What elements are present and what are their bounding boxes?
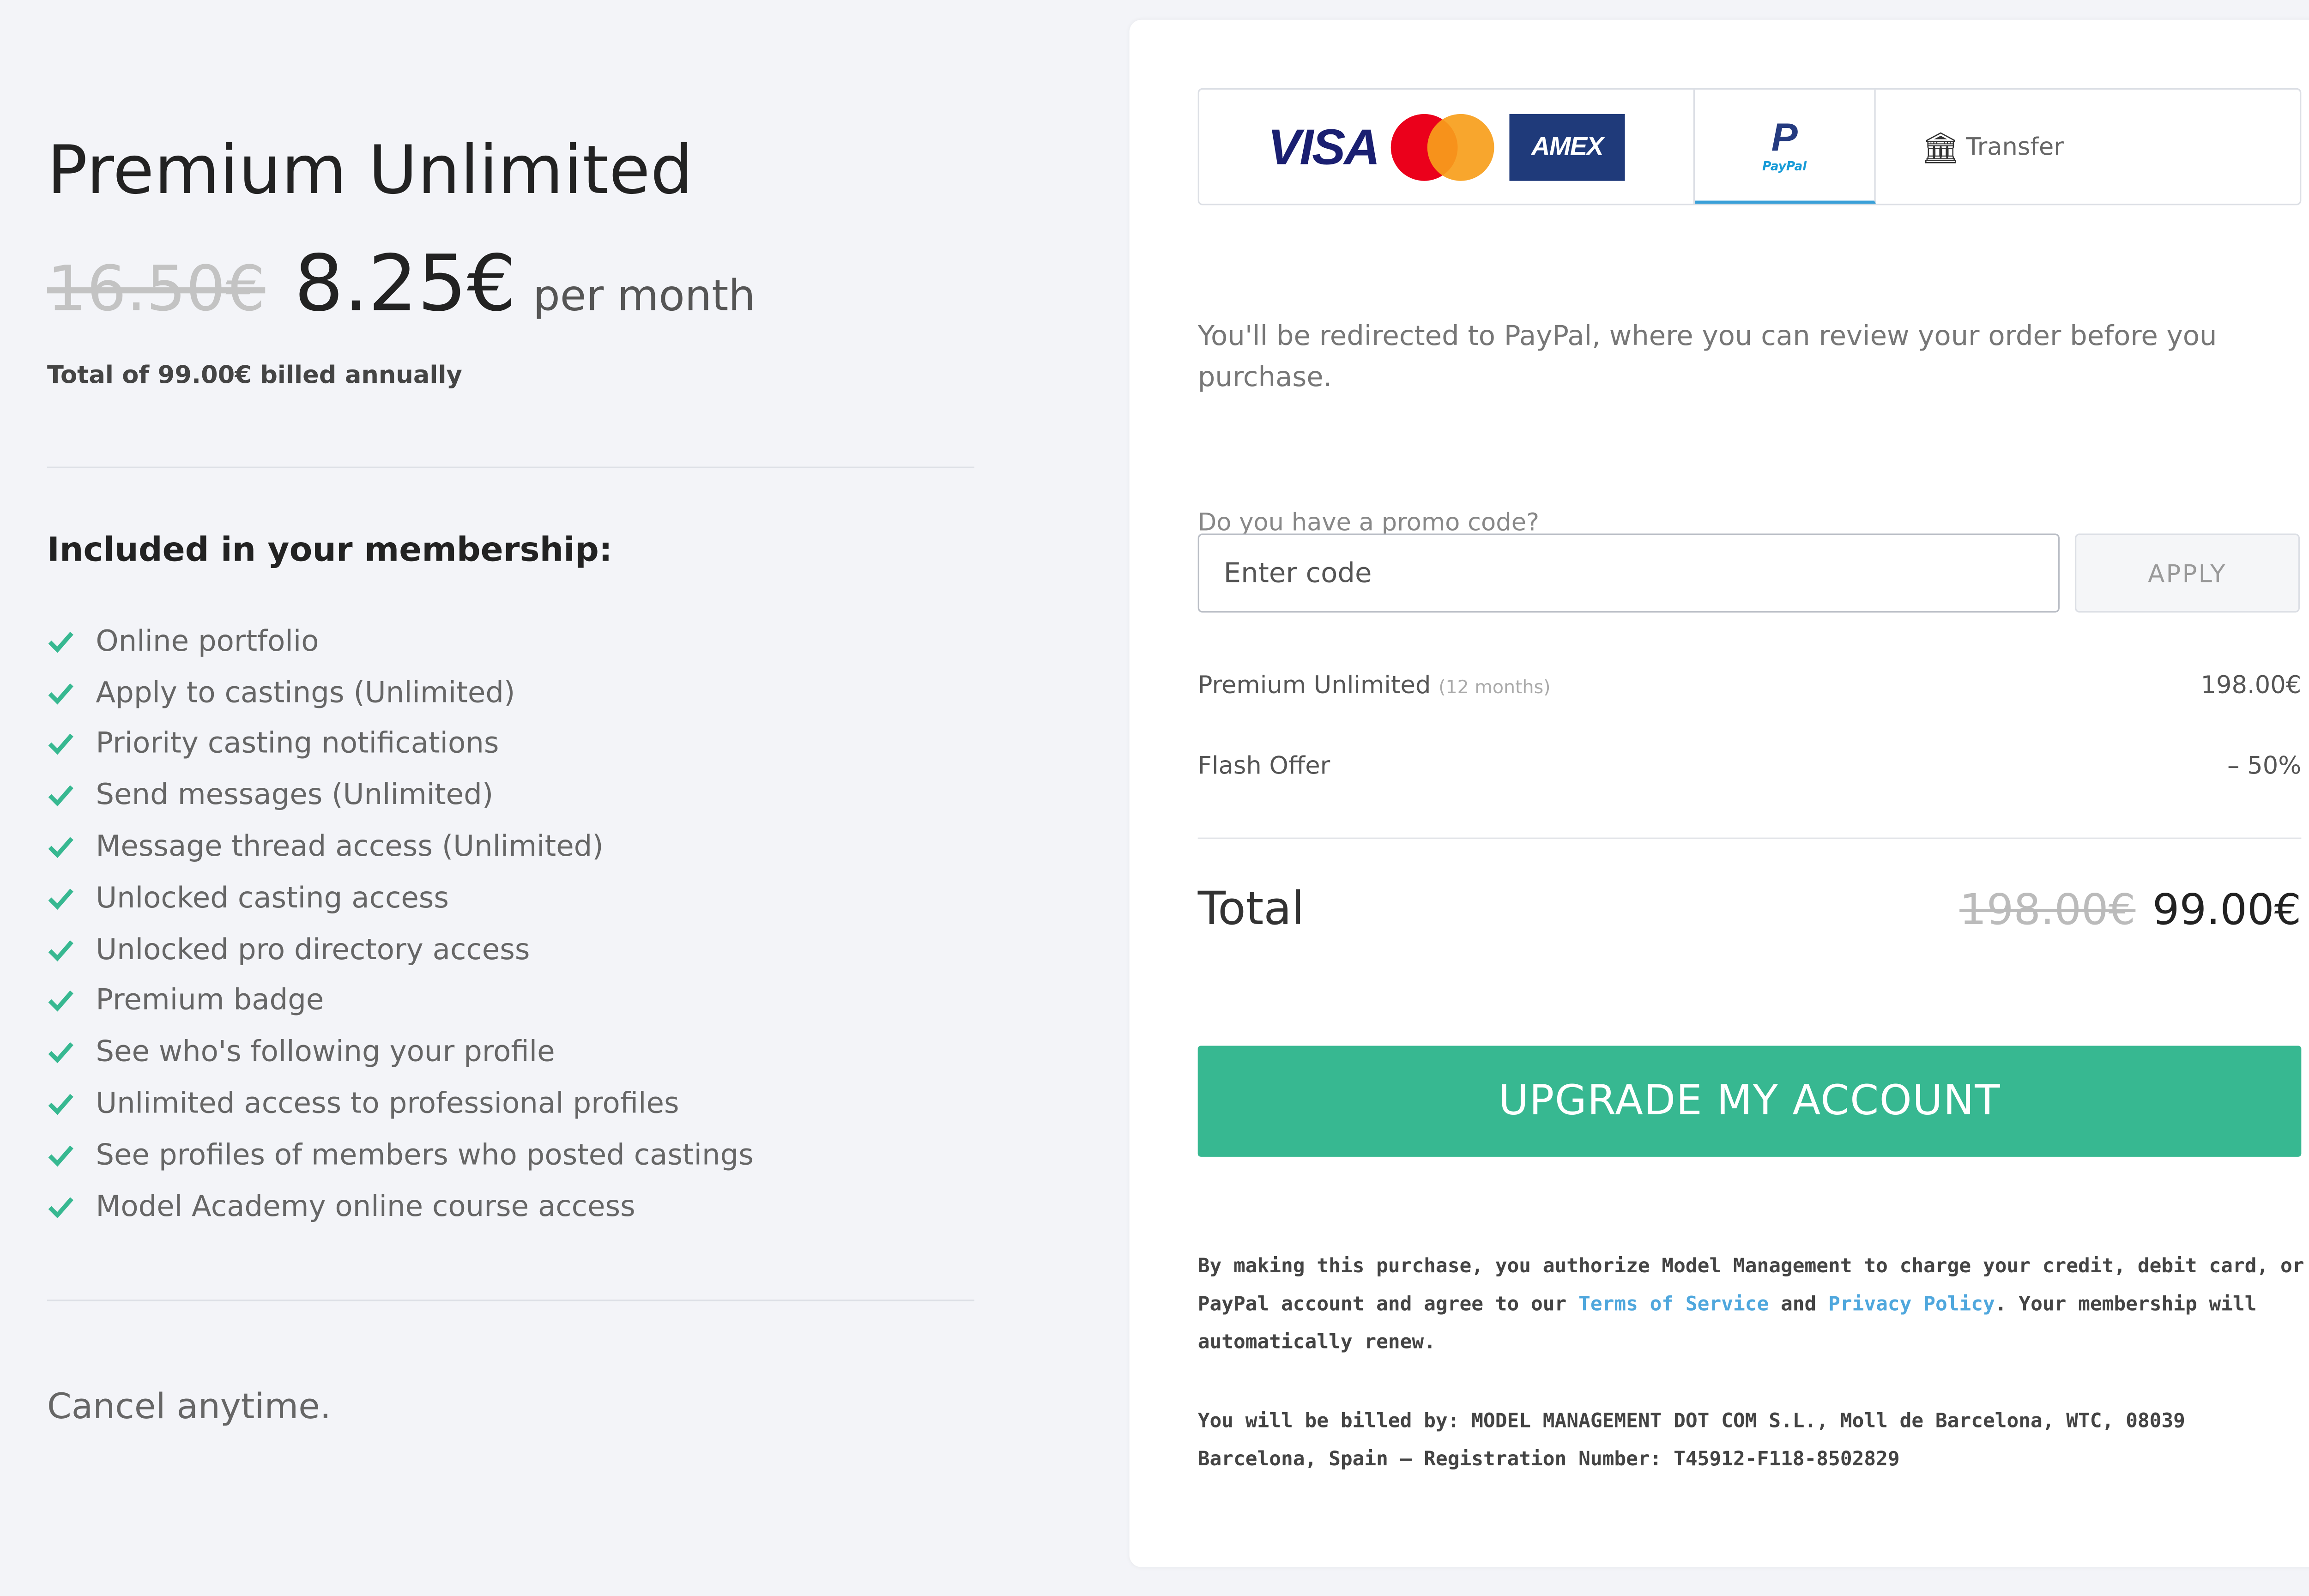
plan-title: Premium Unlimited xyxy=(47,133,694,211)
amex-logo: AMEX xyxy=(1509,113,1625,181)
line-item-amount: 198.00€ xyxy=(2200,670,2302,700)
check-icon xyxy=(48,1145,73,1167)
feature-label: Unlocked pro directory access xyxy=(96,932,530,967)
divider xyxy=(47,1300,974,1301)
check-icon xyxy=(48,991,73,1013)
feature-label: Unlocked casting access xyxy=(96,881,449,915)
feature-label: See who's following your profile xyxy=(96,1035,555,1069)
check-icon xyxy=(48,683,73,704)
feature-label: Unlimited access to professional profile… xyxy=(96,1087,679,1121)
total-new-price: 99.00€ xyxy=(2152,884,2302,935)
feature-list: Online portfolio Apply to castings (Unli… xyxy=(47,616,754,1232)
line-item-flash-offer: Flash Offer – 50% xyxy=(1198,751,2302,780)
old-price: 16.50€ xyxy=(47,252,266,326)
feature-label: Online portfolio xyxy=(96,624,319,658)
privacy-policy-link[interactable]: Privacy Policy xyxy=(1828,1294,1995,1316)
check-icon xyxy=(48,786,73,807)
price-row: 16.50€ 8.25€ per month xyxy=(47,240,756,330)
total-row: Total 198.00€ 99.00€ xyxy=(1198,883,2302,936)
feature-item: See profiles of members who posted casti… xyxy=(47,1129,754,1180)
line-item-label: Premium Unlimited xyxy=(1197,670,1431,700)
divider xyxy=(47,466,974,468)
legal-notice: By making this purchase, you authorize M… xyxy=(1198,1248,2308,1362)
feature-item: Apply to castings (Unlimited) xyxy=(47,667,754,718)
line-item-amount: – 50% xyxy=(2227,751,2302,780)
total-amounts: 198.00€ 99.00€ xyxy=(1959,885,2301,935)
billing-entity-notice: You will be billed by: MODEL MANAGEMENT … xyxy=(1197,1410,2185,1472)
feature-item: Send messages (Unlimited) xyxy=(47,770,754,821)
total-label: Total xyxy=(1197,883,1305,937)
feature-item: Unlocked pro directory access xyxy=(47,924,754,975)
new-price: 8.25€ xyxy=(294,240,516,330)
visa-logo: VISA xyxy=(1268,118,1380,174)
total-old-price: 198.00€ xyxy=(1959,884,2136,935)
paypal-wordmark: PayPal xyxy=(1762,159,1807,174)
transfer-label: Transfer xyxy=(1966,132,2064,161)
check-icon xyxy=(48,734,73,756)
check-icon xyxy=(48,1094,73,1115)
feature-item: Priority casting notifications xyxy=(47,719,754,770)
feature-label: Apply to castings (Unlimited) xyxy=(96,676,515,710)
paypal-redirect-message: You'll be redirected to PayPal, where yo… xyxy=(1197,320,2217,394)
line-item-label: Flash Offer xyxy=(1197,751,1330,780)
payment-method-tabs: VISA AMEX P PayPal 🏛 Transfer xyxy=(1197,88,2302,206)
feature-item: See who's following your profile xyxy=(47,1027,754,1078)
promo-code-input[interactable] xyxy=(1197,533,2060,613)
feature-label: Premium badge xyxy=(96,984,324,1018)
price-period: per month xyxy=(533,270,756,321)
feature-item: Online portfolio xyxy=(47,616,754,667)
feature-item: Unlocked casting access xyxy=(47,872,754,924)
check-icon xyxy=(48,837,73,858)
upgrade-account-button[interactable]: UPGRADE MY ACCOUNT xyxy=(1197,1046,2302,1157)
tab-paypal[interactable]: P PayPal xyxy=(1695,90,1876,204)
check-icon xyxy=(48,888,73,910)
feature-item: Model Academy online course access xyxy=(47,1181,754,1232)
apply-promo-button[interactable]: APPLY xyxy=(2074,533,2300,613)
terms-of-service-link[interactable]: Terms of Service xyxy=(1578,1294,1769,1316)
divider xyxy=(1197,837,2302,839)
bank-icon: 🏛 xyxy=(1921,128,1960,165)
legal-and: and xyxy=(1769,1294,1829,1317)
line-item-note: (12 months) xyxy=(1439,676,1551,698)
feature-label: See profiles of members who posted casti… xyxy=(96,1138,754,1172)
line-item-plan: Premium Unlimited (12 months) 198.00€ xyxy=(1198,671,2302,700)
feature-label: Model Academy online course access xyxy=(96,1190,635,1223)
feature-label: Priority casting notifications xyxy=(96,727,499,761)
feature-item: Premium badge xyxy=(47,975,754,1027)
feature-item: Unlimited access to professional profile… xyxy=(47,1078,754,1129)
check-icon xyxy=(48,940,73,961)
billed-annually-note: Total of 99.00€ billed annually xyxy=(47,360,462,389)
check-icon xyxy=(48,631,73,653)
feature-label: Message thread access (Unlimited) xyxy=(96,830,604,864)
membership-heading: Included in your membership: xyxy=(47,532,612,570)
payment-card: VISA AMEX P PayPal 🏛 Transfer You'll be … xyxy=(1129,19,2309,1567)
mastercard-icon xyxy=(1390,113,1494,181)
check-icon xyxy=(48,1197,73,1218)
paypal-icon: P PayPal xyxy=(1762,117,1807,173)
tab-credit-card[interactable]: VISA AMEX xyxy=(1199,90,1695,204)
feature-item: Message thread access (Unlimited) xyxy=(47,821,754,872)
cancel-anytime-note: Cancel anytime. xyxy=(47,1388,331,1427)
feature-label: Send messages (Unlimited) xyxy=(96,779,494,812)
promo-code-label: Do you have a promo code? xyxy=(1197,508,1540,537)
check-icon xyxy=(48,1042,73,1064)
line-item-label-wrap: Premium Unlimited (12 months) xyxy=(1198,671,1551,700)
checkout-page: Premium Unlimited 16.50€ 8.25€ per month… xyxy=(0,0,2309,1596)
tab-transfer[interactable]: 🏛 Transfer xyxy=(1876,90,2300,204)
paypal-letter: P xyxy=(1771,114,1798,160)
